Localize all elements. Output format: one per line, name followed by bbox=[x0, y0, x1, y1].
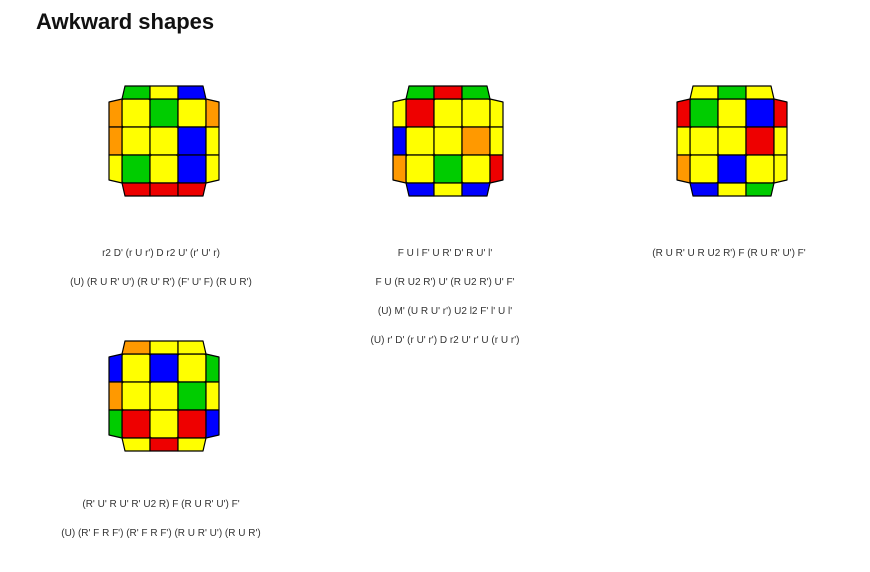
cube-side-sticker bbox=[773, 98, 788, 128]
cube-sticker bbox=[745, 126, 775, 156]
cube-side-sticker bbox=[108, 126, 123, 156]
cube-side-sticker bbox=[121, 437, 151, 452]
cube-side-sticker bbox=[773, 154, 788, 184]
cube-sticker bbox=[405, 126, 435, 156]
cube-sticker bbox=[149, 98, 179, 128]
cube-sticker bbox=[177, 154, 207, 184]
cube-side-sticker bbox=[108, 98, 123, 128]
cube-side-sticker bbox=[392, 126, 407, 156]
cube-side-sticker bbox=[108, 353, 123, 383]
cube-side-sticker bbox=[205, 126, 220, 156]
cube-sticker bbox=[149, 409, 179, 439]
cube-side-sticker bbox=[392, 98, 407, 128]
cube-side-sticker bbox=[108, 381, 123, 411]
cube-sticker bbox=[121, 154, 151, 184]
cube-side-sticker bbox=[745, 85, 775, 100]
cube-side-sticker bbox=[149, 437, 179, 452]
algorithm-text: (R' U' R U' R' U2 R) F (R U R' U') F' bbox=[82, 499, 240, 510]
cube-side-sticker bbox=[121, 340, 151, 355]
cube-sticker bbox=[149, 126, 179, 156]
cube-diagram bbox=[392, 85, 504, 197]
cube-diagram bbox=[676, 85, 788, 197]
cube-side-sticker bbox=[177, 182, 207, 197]
cube-sticker bbox=[177, 409, 207, 439]
cube-sticker bbox=[405, 98, 435, 128]
cube-diagram bbox=[108, 340, 220, 452]
cube-side-sticker bbox=[108, 154, 123, 184]
cube-side-sticker bbox=[489, 126, 504, 156]
cube-sticker bbox=[121, 126, 151, 156]
cube-side-sticker bbox=[392, 154, 407, 184]
cube-sticker bbox=[121, 353, 151, 383]
cube-side-sticker bbox=[149, 182, 179, 197]
cube-side-sticker bbox=[745, 182, 775, 197]
cube-side-sticker bbox=[177, 85, 207, 100]
cube-sticker bbox=[717, 98, 747, 128]
cube-sticker bbox=[177, 126, 207, 156]
cube-sticker bbox=[149, 154, 179, 184]
cube-side-sticker bbox=[689, 85, 719, 100]
cube-side-sticker bbox=[676, 98, 691, 128]
page-title: Awkward shapes bbox=[36, 9, 215, 34]
cube-sticker bbox=[689, 126, 719, 156]
cube-side-sticker bbox=[676, 126, 691, 156]
algorithm-text: (U) (R U R' U') (R U' R') (F' U' F) (R U… bbox=[70, 277, 252, 288]
cube-side-sticker bbox=[489, 98, 504, 128]
cube-side-sticker bbox=[461, 85, 491, 100]
cube-side-sticker bbox=[149, 340, 179, 355]
algorithm-text: (R U R' U R U2 R') F (R U R' U') F' bbox=[652, 248, 806, 259]
cube-sticker bbox=[717, 126, 747, 156]
cube-sticker bbox=[433, 98, 463, 128]
cube-sticker bbox=[433, 126, 463, 156]
cube-sticker bbox=[461, 154, 491, 184]
cube-side-sticker bbox=[489, 154, 504, 184]
cube-side-sticker bbox=[177, 340, 207, 355]
cube-side-sticker bbox=[149, 85, 179, 100]
cube-side-sticker bbox=[433, 182, 463, 197]
cube-sticker bbox=[149, 353, 179, 383]
cube-sticker bbox=[689, 154, 719, 184]
cube-diagram bbox=[108, 85, 220, 197]
cube-sticker bbox=[149, 381, 179, 411]
cube-side-sticker bbox=[205, 98, 220, 128]
cube-side-sticker bbox=[689, 182, 719, 197]
algorithm-text: (U) (R' F R F') (R' F R F') (R U R' U') … bbox=[61, 528, 261, 539]
cube-side-sticker bbox=[773, 126, 788, 156]
cube-sticker bbox=[745, 98, 775, 128]
algorithm-text: (U) r' D' (r U' r') D r2 U' r' U (r U r'… bbox=[370, 335, 520, 346]
algorithm-text: F U l F' U R' D' R U' l' bbox=[397, 248, 493, 259]
cube-sticker bbox=[177, 98, 207, 128]
cube-sticker bbox=[461, 126, 491, 156]
algorithm-text: r2 D' (r U r') D r2 U' (r' U' r) bbox=[102, 248, 220, 259]
cube-sticker bbox=[121, 381, 151, 411]
cube-side-sticker bbox=[405, 182, 435, 197]
cube-sticker bbox=[121, 98, 151, 128]
cube-side-sticker bbox=[121, 182, 151, 197]
cube-sticker bbox=[745, 154, 775, 184]
cube-side-sticker bbox=[405, 85, 435, 100]
cube-side-sticker bbox=[717, 182, 747, 197]
cube-side-sticker bbox=[205, 154, 220, 184]
algorithm-text: F U (R U2 R') U' (R U2 R') U' F' bbox=[375, 277, 515, 288]
cube-side-sticker bbox=[717, 85, 747, 100]
cube-sticker bbox=[461, 98, 491, 128]
cube-sticker bbox=[689, 98, 719, 128]
cube-side-sticker bbox=[205, 381, 220, 411]
cube-sticker bbox=[121, 409, 151, 439]
cube-sticker bbox=[405, 154, 435, 184]
algorithm-text: (U) M' (U R U' r') U2 l2 F' l' U l' bbox=[377, 306, 513, 317]
cube-sticker bbox=[717, 154, 747, 184]
cube-sticker bbox=[177, 353, 207, 383]
cube-side-sticker bbox=[676, 154, 691, 184]
cube-side-sticker bbox=[205, 409, 220, 439]
cube-side-sticker bbox=[108, 409, 123, 439]
cube-side-sticker bbox=[205, 353, 220, 383]
cube-sticker bbox=[433, 154, 463, 184]
cube-side-sticker bbox=[461, 182, 491, 197]
cube-sticker bbox=[177, 381, 207, 411]
cube-side-sticker bbox=[177, 437, 207, 452]
cube-side-sticker bbox=[121, 85, 151, 100]
cube-side-sticker bbox=[433, 85, 463, 100]
